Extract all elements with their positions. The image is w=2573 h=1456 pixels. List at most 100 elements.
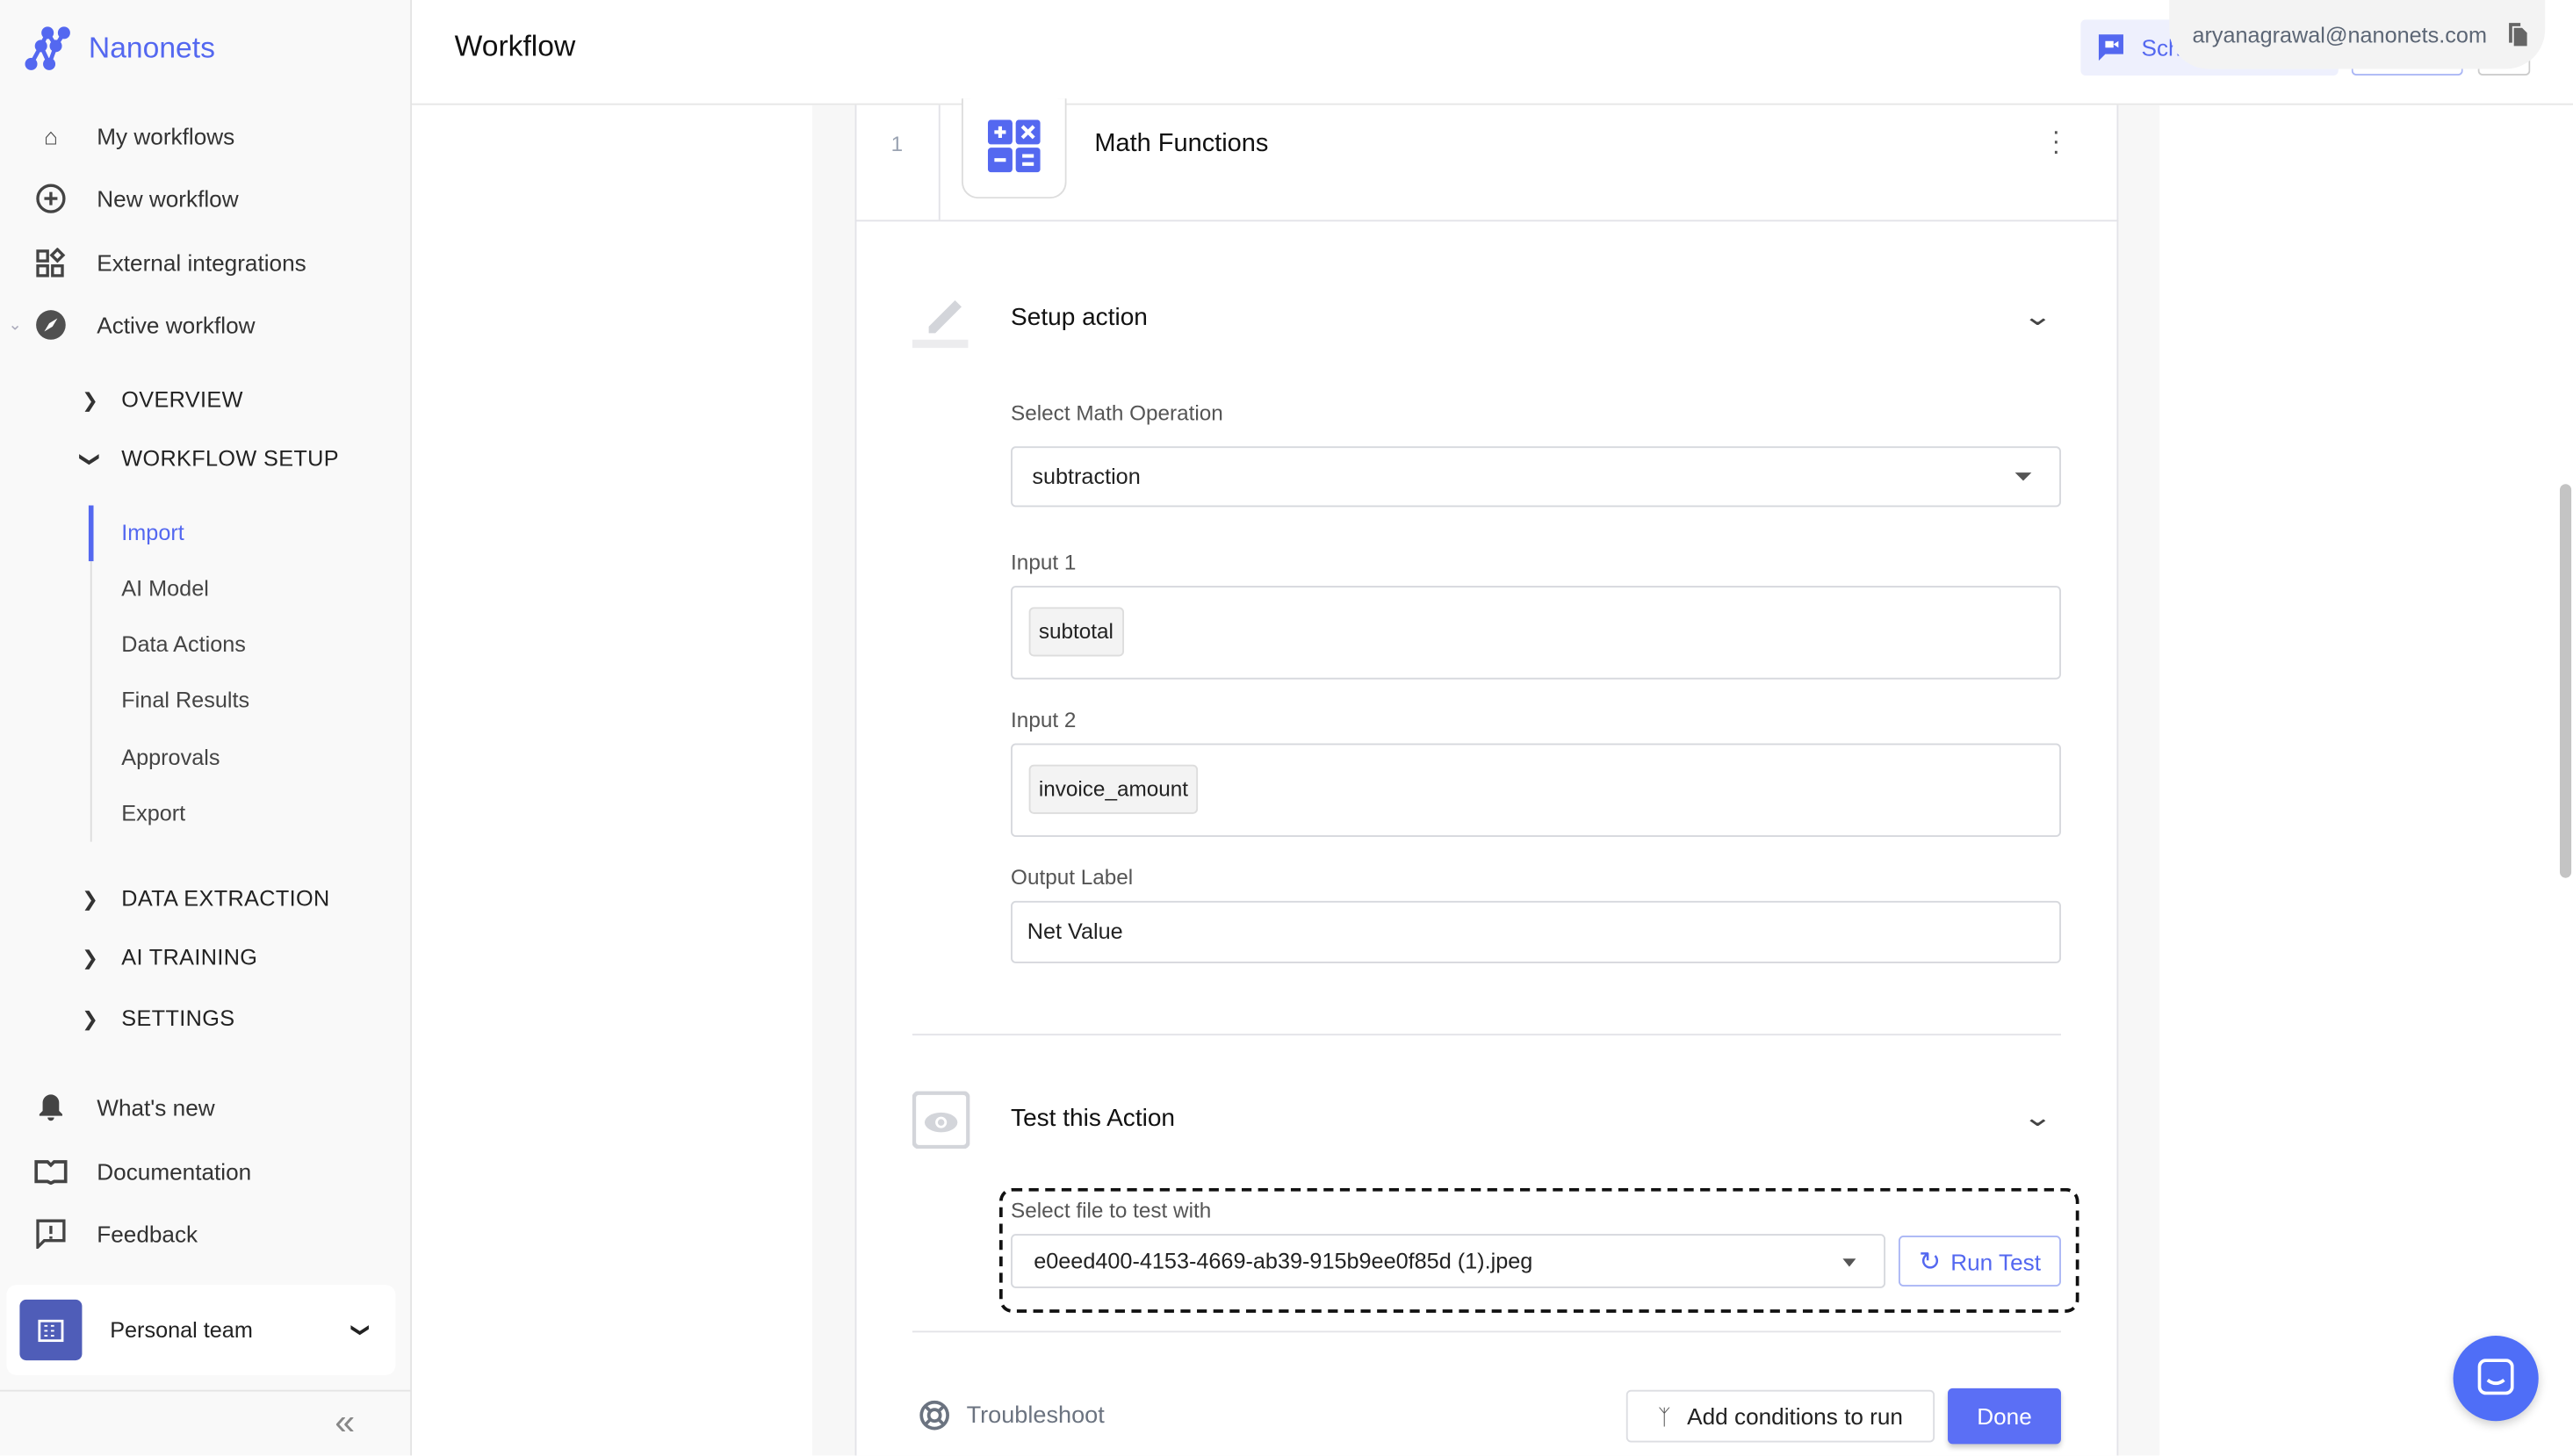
chevron-up-icon: ❮ [349, 1322, 370, 1338]
chevron-right-icon: ❯ [82, 1006, 99, 1030]
section-label: OVERVIEW [121, 386, 243, 413]
building-icon [38, 1318, 64, 1342]
button-label: Done [1977, 1402, 2032, 1430]
variable-chip[interactable]: invoice_amount [1028, 764, 1199, 814]
bell-icon [32, 1090, 68, 1126]
brand-name: Nanonets [88, 30, 215, 63]
sidebar-item-active-workflow[interactable]: Active workflow [32, 306, 256, 345]
sidebar-subitem-ai-model[interactable]: AI Model [121, 576, 209, 601]
chat-launcher-button[interactable] [2453, 1336, 2539, 1422]
chevron-down-icon: ❯ [78, 450, 102, 467]
refresh-icon: ↻ [1918, 1248, 1941, 1276]
plus-circle-icon [32, 181, 68, 217]
operation-label: Select Math Operation [1011, 400, 1223, 425]
team-avatar [19, 1299, 83, 1361]
chevron-right-icon: ❯ [82, 886, 99, 911]
input-value: Net Value [1027, 919, 1123, 944]
section-settings[interactable]: ❯ SETTINGS [79, 1006, 235, 1030]
pencil-icon [912, 299, 969, 349]
divider [0, 1389, 413, 1392]
section-ai-training[interactable]: ❯ AI TRAINING [79, 945, 258, 969]
copy-icon[interactable] [2506, 21, 2527, 47]
feedback-icon [32, 1216, 68, 1252]
brand-logo[interactable]: Nanonets [25, 25, 215, 70]
section-label: SETTINGS [121, 1006, 235, 1031]
sidebar-item-feedback[interactable]: Feedback [32, 1215, 198, 1254]
dropdown-arrow-icon [1842, 1258, 1856, 1267]
divider [938, 105, 941, 220]
sidebar-item-external-integrations[interactable]: External integrations [32, 243, 306, 283]
done-button[interactable]: Done [1948, 1388, 2061, 1445]
section-label: DATA EXTRACTION [121, 886, 330, 912]
sidebar-subitem-import[interactable]: Import [121, 520, 184, 544]
book-icon [32, 1154, 68, 1190]
run-test-button[interactable]: ↻ Run Test [1898, 1236, 2061, 1287]
output-label-input[interactable]: Net Value [1011, 900, 2061, 963]
math-icon-box [961, 98, 1067, 199]
input2-label: Input 2 [1011, 707, 1077, 732]
action-title: Math Functions [1094, 129, 1269, 158]
sidebar-subitem-export[interactable]: Export [121, 801, 185, 825]
input1-label: Input 1 [1011, 549, 1077, 575]
sidebar-item-new-workflow[interactable]: New workflow [32, 179, 239, 219]
chevron-right-icon: ❯ [82, 387, 99, 412]
select-value: e0eed400-4153-4669-ab39-915b9ee0f85d (1)… [1034, 1249, 1533, 1274]
team-switcher[interactable]: Personal team ❮ [6, 1285, 396, 1375]
branch-icon: ᛉ [1657, 1403, 1671, 1429]
sidebar-item-label: Documentation [97, 1158, 252, 1186]
divider [912, 1330, 2061, 1333]
step-number: 1 [890, 131, 904, 156]
user-email: aryanagrawal@nanonets.com [2192, 22, 2487, 47]
chat-icon [2477, 1359, 2514, 1395]
test-action-title: Test this Action [1011, 1104, 1176, 1133]
sidebar-item-label: External integrations [97, 249, 306, 276]
variable-chip[interactable]: subtotal [1028, 607, 1124, 657]
chevron-down-icon[interactable]: ⌄ [2022, 300, 2053, 333]
sidebar-item-whats-new[interactable]: What's new [32, 1088, 215, 1128]
section-label: AI TRAINING [121, 945, 258, 970]
sidebar-subitem-final-results[interactable]: Final Results [121, 688, 249, 712]
sidebar-subitem-data-actions[interactable]: Data Actions [121, 631, 246, 656]
scrollbar-thumb[interactable] [2560, 484, 2572, 878]
home-icon: ⌂ [44, 123, 58, 150]
collapse-sidebar-icon[interactable]: « [335, 1402, 355, 1445]
sidebar-item-label: New workflow [97, 185, 239, 213]
nanonets-logo-icon [25, 26, 70, 70]
team-name: Personal team [110, 1317, 253, 1343]
section-overview[interactable]: ❯ OVERVIEW [79, 387, 243, 412]
section-workflow-setup[interactable]: ❯ WORKFLOW SETUP [79, 446, 339, 471]
sidebar-item-label: Active workflow [97, 312, 256, 338]
active-indicator [88, 505, 94, 562]
widgets-icon [32, 244, 68, 280]
section-data-extraction[interactable]: ❯ DATA EXTRACTION [79, 886, 330, 911]
file-select[interactable]: e0eed400-4153-4669-ab39-915b9ee0f85d (1)… [1011, 1234, 1886, 1288]
sidebar-item-label: What's new [97, 1094, 215, 1121]
page-title: Workflow [454, 29, 576, 63]
section-label: WORKFLOW SETUP [121, 446, 339, 472]
select-value: subtraction [1032, 464, 1141, 489]
calculator-icon [987, 119, 1041, 173]
troubleshoot-link[interactable]: Troubleshoot [919, 1400, 1105, 1431]
add-conditions-button[interactable]: ᛉ Add conditions to run [1625, 1389, 1935, 1443]
button-label: Run Test [1950, 1248, 2041, 1274]
chevron-right-icon: ❯ [82, 946, 99, 969]
math-operation-select[interactable]: subtraction [1011, 446, 2061, 508]
input1-field[interactable]: subtotal [1011, 586, 2061, 680]
more-options-icon[interactable]: · · · [2048, 119, 2065, 164]
dropdown-arrow-icon [2014, 472, 2032, 481]
sidebar-subitem-approvals[interactable]: Approvals [121, 745, 220, 769]
input2-field[interactable]: invoice_amount [1011, 743, 2061, 837]
email-tooltip: aryanagrawal@nanonets.com [2169, 0, 2546, 69]
chevron-down-icon[interactable]: ⌄ [8, 317, 22, 335]
lifebuoy-icon [919, 1400, 949, 1431]
eye-icon [912, 1091, 970, 1150]
divider [854, 220, 2119, 222]
chevron-down-icon[interactable]: ⌄ [2022, 1101, 2053, 1134]
setup-action-title: Setup action [1011, 303, 1148, 332]
video-chat-icon [2098, 34, 2123, 61]
troubleshoot-label: Troubleshoot [966, 1402, 1105, 1429]
sidebar-item-my-workflows[interactable]: ⌂ My workflows [32, 117, 234, 156]
sidebar-item-documentation[interactable]: Documentation [32, 1152, 251, 1192]
divider [912, 1034, 2061, 1036]
sidebar-item-label: Feedback [97, 1221, 198, 1248]
